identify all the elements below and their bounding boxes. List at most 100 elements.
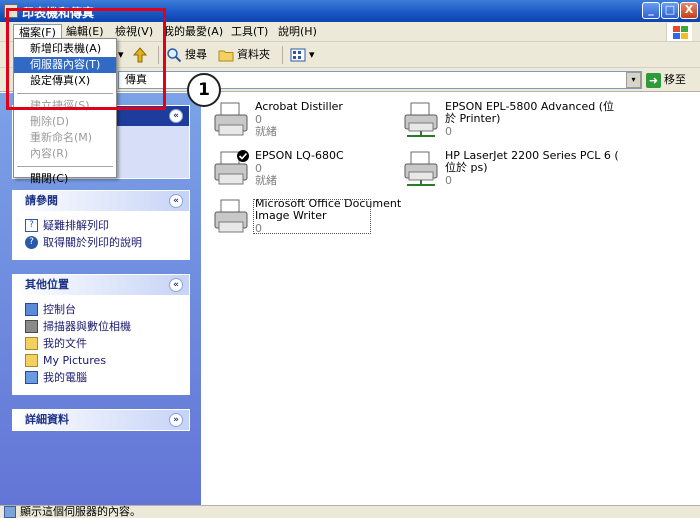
- close-button[interactable]: X: [680, 2, 698, 19]
- other-places-body: 控制台 掃描器與數位相機 我的文件 My Pictures 我的電腦: [13, 295, 189, 394]
- task-label: 掃描器與數位相機: [43, 320, 131, 333]
- link-scanners-cameras[interactable]: 掃描器與數位相機: [25, 318, 179, 335]
- see-also-panel: 請參閱 « ? 疑難排解列印 ? 取得關於列印的說明: [12, 190, 190, 260]
- status-bar: 顯示這個伺服器的內容。: [0, 505, 700, 518]
- network-printer-icon: [404, 151, 438, 186]
- my-pictures-folder-icon: [25, 354, 38, 367]
- window-title: 印表機和傳真: [22, 6, 95, 20]
- link-troubleshoot-printing[interactable]: ? 疑難排解列印: [25, 217, 179, 234]
- help-circle-icon: ?: [25, 236, 38, 249]
- printer-name-line2: 位於 ps): [445, 161, 488, 174]
- printers-list: Acrobat Distiller 0 就緒 EPSON EPL-5800 Ad…: [201, 93, 700, 505]
- details-header[interactable]: 詳細資料 »: [13, 410, 189, 430]
- status-icon: [4, 506, 16, 518]
- link-printing-help[interactable]: ? 取得關於列印的說明: [25, 234, 179, 251]
- task-label: 我的文件: [43, 337, 87, 350]
- views-icon: [290, 48, 306, 62]
- collapse-icon[interactable]: «: [169, 109, 183, 123]
- maximize-button[interactable]: □: [661, 2, 679, 19]
- network-printer-icon: [404, 102, 438, 137]
- title-bar: 印表機和傳真 _ □ X: [0, 0, 700, 22]
- menu-delete: 刪除(D): [30, 115, 70, 128]
- printer-item[interactable]: HP LaserJet 2200 Series PCL 6 ( 位於 ps) 0: [403, 150, 619, 192]
- printer-job-count: 0: [445, 174, 452, 187]
- link-control-panel[interactable]: 控制台: [25, 301, 179, 318]
- windows-logo-icon: [666, 23, 692, 41]
- views-caret: ▾: [309, 48, 315, 61]
- my-documents-folder-icon: [25, 337, 38, 350]
- printer-folder-icon: [4, 4, 18, 18]
- menu-separator: [17, 93, 113, 94]
- task-label: 取得關於列印的說明: [43, 236, 142, 249]
- task-label: 疑難排解列印: [43, 219, 109, 232]
- toolbar-separator: [282, 46, 283, 64]
- task-label: 我的電腦: [43, 371, 87, 384]
- collapse-icon[interactable]: «: [169, 194, 183, 208]
- control-panel-icon: [25, 303, 38, 316]
- minimize-button[interactable]: _: [642, 2, 660, 19]
- views-button[interactable]: ▾: [290, 46, 315, 64]
- help-icon: ?: [25, 219, 38, 232]
- link-my-computer[interactable]: 我的電腦: [25, 369, 179, 386]
- up-folder-button[interactable]: [132, 46, 151, 64]
- printer-icon: [214, 199, 248, 233]
- up-arrow-icon: [132, 47, 148, 63]
- menu-favorites[interactable]: 我的最愛(A): [158, 24, 228, 40]
- printer-status: 就緒: [255, 174, 277, 187]
- menu-properties: 內容(R): [30, 147, 69, 160]
- selection-focus-rect: [253, 199, 371, 234]
- back-forward-caret[interactable]: ▾: [118, 46, 124, 64]
- printer-item[interactable]: EPSON EPL-5800 Advanced (位 於 Printer) 0: [403, 101, 614, 143]
- folder-icon: [218, 50, 234, 62]
- printer-job-count: 0: [445, 125, 452, 138]
- folders-label: 資料夾: [237, 48, 270, 61]
- go-arrow-icon: ➜: [646, 72, 661, 88]
- menu-setup-faxing[interactable]: 設定傳真(X): [14, 73, 116, 89]
- status-text: 顯示這個伺服器的內容。: [20, 505, 141, 518]
- link-my-documents[interactable]: 我的文件: [25, 335, 179, 352]
- search-label: 搜尋: [185, 48, 207, 61]
- printer-item[interactable]: Acrobat Distiller 0 就緒: [213, 101, 383, 143]
- my-computer-icon: [25, 371, 38, 384]
- menu-help[interactable]: 說明(H): [273, 24, 322, 40]
- menu-add-printer[interactable]: 新增印表機(A): [14, 41, 116, 57]
- details-panel: 詳細資料 »: [12, 409, 190, 431]
- printer-item[interactable]: EPSON LQ-680C 0 就緒: [213, 150, 383, 192]
- printer-status: 就緒: [255, 125, 277, 138]
- printer-name: Acrobat Distiller: [255, 100, 343, 113]
- other-places-title: 其他位置: [25, 278, 69, 291]
- menu-server-properties[interactable]: 伺服器內容(T): [14, 57, 116, 73]
- address-value: 傳真: [125, 73, 147, 86]
- folders-button[interactable]: 資料夾: [218, 46, 270, 64]
- task-label: My Pictures: [43, 354, 107, 367]
- menu-close[interactable]: 關閉(C): [14, 171, 116, 187]
- printer-name: EPSON LQ-680C: [255, 149, 344, 162]
- link-my-pictures[interactable]: My Pictures: [25, 352, 179, 369]
- menu-separator: [17, 166, 113, 167]
- task-label: 控制台: [43, 303, 76, 316]
- printer-icon: [214, 102, 248, 136]
- other-places-panel: 其他位置 « 控制台 掃描器與數位相機 我的文件 My Pictures 我的電…: [12, 274, 190, 395]
- toolbar-separator: [158, 46, 159, 64]
- address-dropdown-button[interactable]: ▾: [626, 72, 641, 88]
- go-button[interactable]: ➜ 移至: [646, 72, 686, 88]
- go-label: 移至: [664, 73, 686, 86]
- printer-name: HP LaserJet 2200 Series PCL 6 ( 位於 ps): [445, 150, 619, 174]
- menu-rename: 重新命名(M): [30, 131, 93, 144]
- search-icon: [167, 48, 182, 63]
- expand-icon[interactable]: »: [169, 413, 183, 427]
- menu-view[interactable]: 檢視(V): [110, 24, 158, 40]
- scanner-camera-icon: [25, 320, 38, 333]
- file-menu-dropdown: 新增印表機(A) 伺服器內容(T) 設定傳真(X) 建立捷徑(S) 刪除(D) …: [13, 38, 117, 185]
- other-places-header[interactable]: 其他位置 «: [13, 275, 189, 295]
- menu-create-shortcut: 建立捷徑(S): [30, 99, 90, 112]
- menu-tools[interactable]: 工具(T): [226, 24, 273, 40]
- see-also-body: ? 疑難排解列印 ? 取得關於列印的說明: [13, 211, 189, 259]
- default-printer-icon: [214, 150, 249, 185]
- printer-name-line2: 於 Printer): [445, 112, 501, 125]
- collapse-icon[interactable]: «: [169, 278, 183, 292]
- details-title: 詳細資料: [25, 413, 69, 426]
- see-also-header[interactable]: 請參閱 «: [13, 191, 189, 211]
- search-button[interactable]: 搜尋: [166, 46, 207, 64]
- printer-name: EPSON EPL-5800 Advanced (位 於 Printer): [445, 101, 614, 125]
